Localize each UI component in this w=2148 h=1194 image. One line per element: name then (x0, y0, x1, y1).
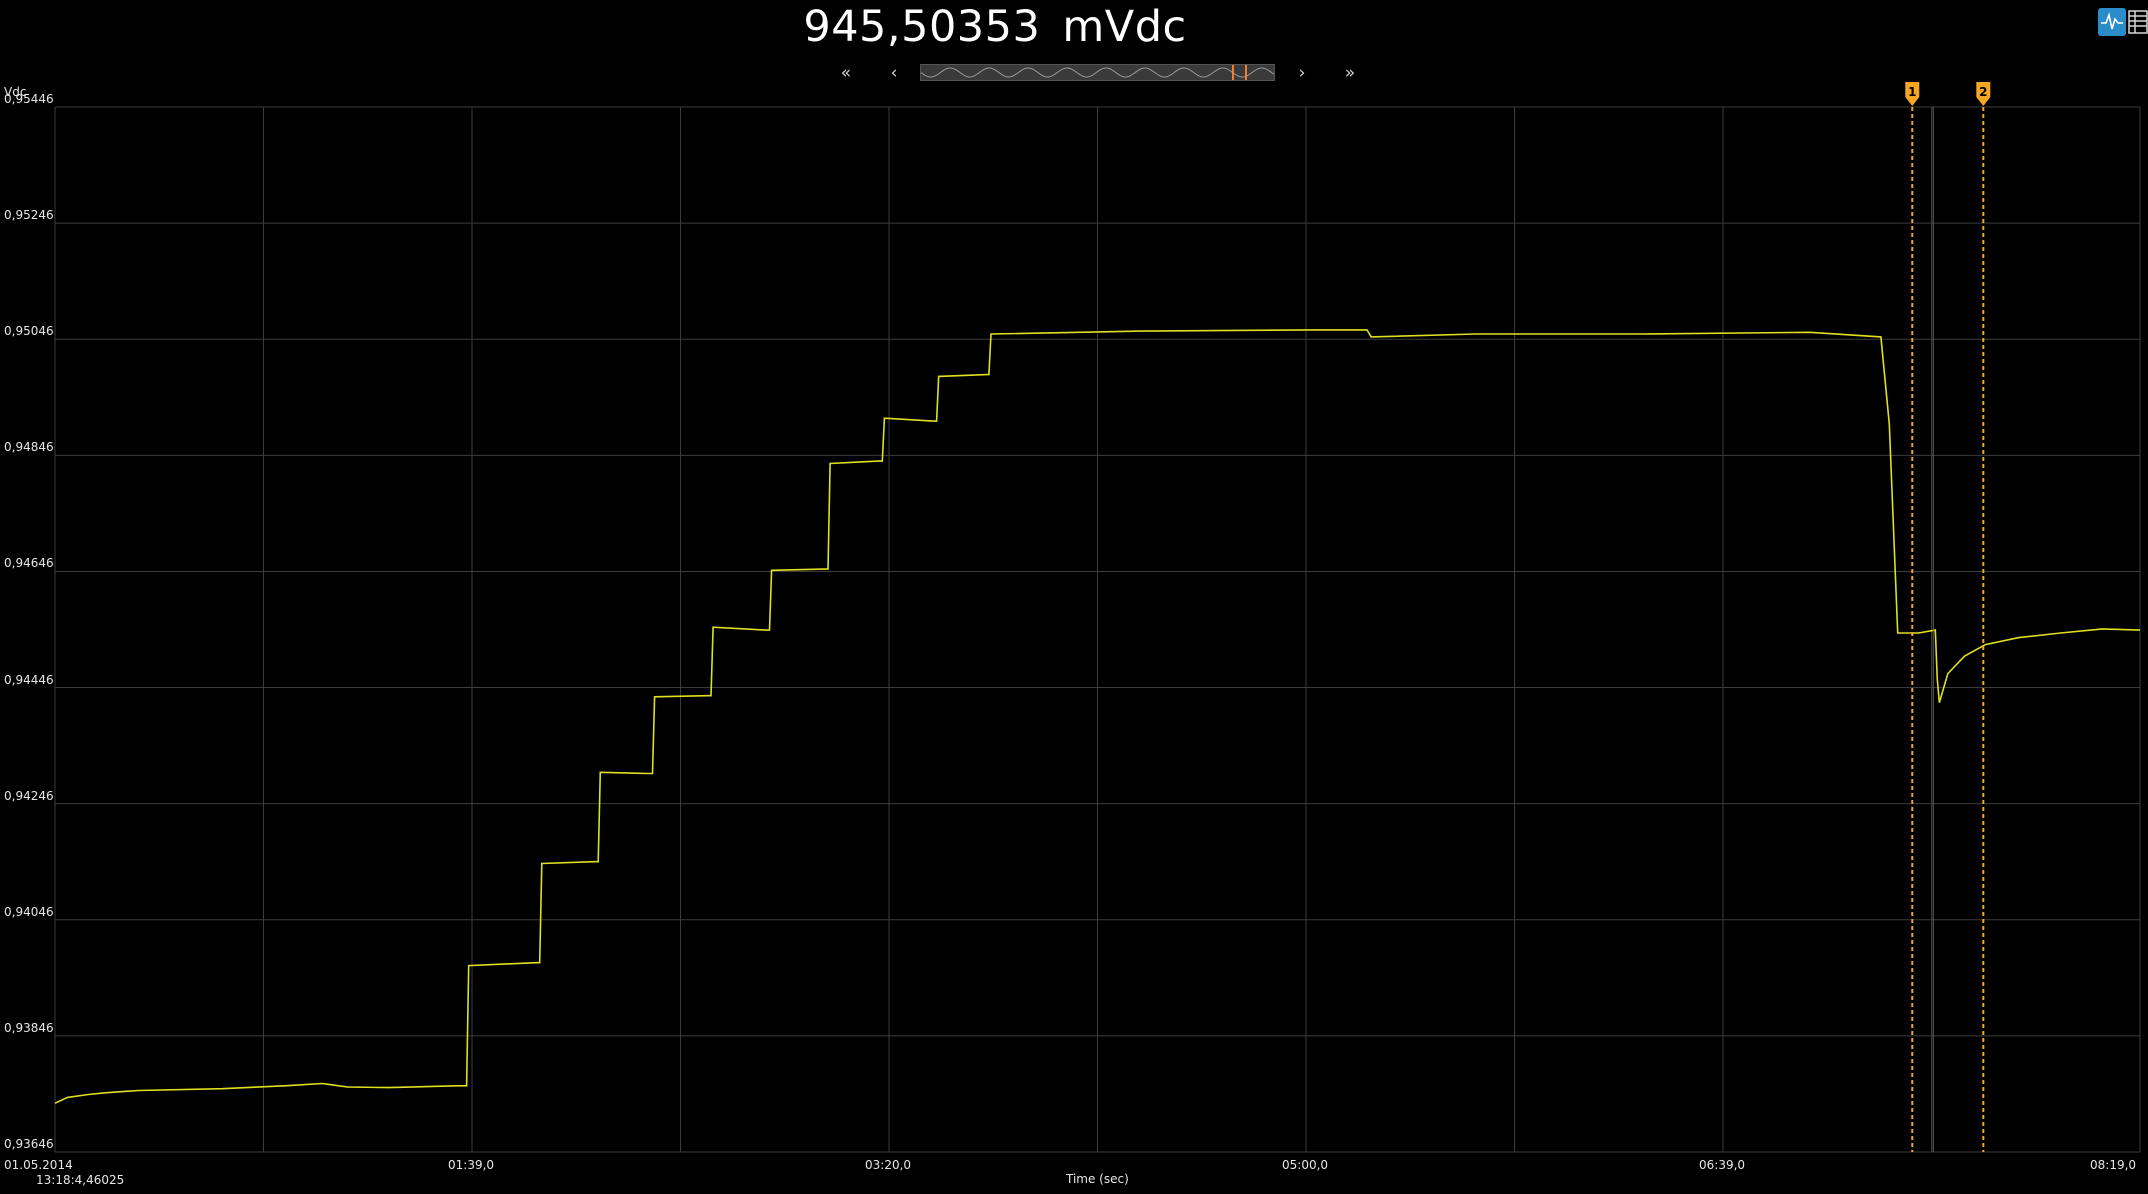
marker-label: 2 (1979, 85, 1987, 99)
marker-1[interactable]: 1 (1905, 82, 1920, 1152)
plot-area[interactable]: 12 (0, 0, 2148, 1194)
marker-2[interactable]: 2 (1976, 82, 1991, 1152)
marker-layer[interactable]: 12 (1905, 82, 1991, 1152)
marker-label: 1 (1908, 85, 1916, 99)
grid (54, 106, 2141, 1153)
chart-window: 945,50353 mVdc « ‹ › » Vdc 0,95446 0,95246… (0, 0, 2148, 1194)
